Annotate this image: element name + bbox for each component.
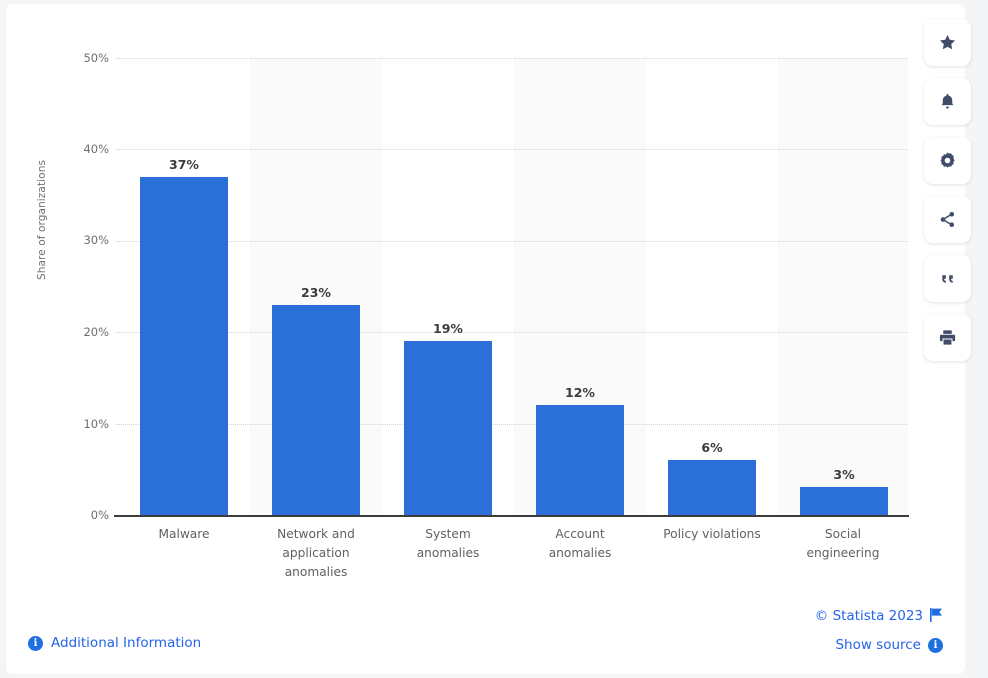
gridline [116,58,908,59]
category-band [778,58,908,515]
x-axis-label-malware: Malware [118,525,250,544]
gridline [116,241,908,242]
show-source-label: Show source [835,636,921,653]
info-icon: i [28,636,43,651]
x-label-line: application [282,545,350,560]
bar-malware[interactable] [140,177,228,515]
x-label-line: System [425,527,471,541]
additional-information-link[interactable]: i Additional Information [28,636,201,651]
notifications-button[interactable] [924,78,971,125]
x-label-line: Policy violations [663,527,761,541]
x-label-line: Social [824,527,862,541]
gear-icon [938,151,957,170]
copyright-label: © Statista 2023 [814,607,923,624]
favorite-button[interactable] [924,19,971,66]
x-label-line: Network and [277,527,355,541]
show-source-link[interactable]: Show source i [815,638,943,653]
flag-icon[interactable] [930,607,943,626]
bar-value-label: 12% [565,385,595,400]
y-tick-label: 20% [83,325,109,339]
gridline [116,332,908,333]
bar-value-label: 3% [833,467,855,482]
x-label-line: Malware [158,527,210,541]
share-button[interactable] [924,196,971,243]
x-label-line: anomalies [548,545,612,560]
quote-icon [939,270,957,288]
right-toolbar [924,19,971,361]
x-label-line: engineering [806,545,880,560]
bar-system-anomalies[interactable] [404,341,492,515]
x-axis-label-social-engineering: Social engineering [778,525,908,563]
y-tick-label: 10% [83,417,109,431]
bar-value-label: 19% [433,321,463,336]
bar-social-engineering[interactable] [800,487,888,515]
x-label-line: anomalies [416,545,480,560]
x-axis-label-account-anomalies: Account anomalies [514,525,646,563]
chart-card: Share of organizations 50% 40% 30% 20% 1… [6,4,965,674]
additional-information-label: Additional Information [51,634,202,651]
x-axis-line [114,515,909,517]
x-axis-label-network-and-application-anomalies: Network and application anomalies [250,525,382,582]
y-tick-label: 50% [83,51,109,65]
copyright-row: © Statista 2023 [815,607,943,626]
print-button[interactable] [924,314,971,361]
info-icon: i [928,638,943,653]
plot-canvas: 37% 23% 19% 12% 6% 3% [116,58,908,515]
y-tick-label: 30% [83,233,109,247]
statista-chart-page: Share of organizations 50% 40% 30% 20% 1… [0,0,988,678]
bar-network-application-anomalies[interactable] [272,305,360,515]
cite-button[interactable] [924,255,971,302]
x-axis-label-policy-violations: Policy violations [646,525,778,544]
x-label-line: Account [555,527,605,541]
bar-account-anomalies[interactable] [536,405,624,515]
bar-value-label: 37% [169,157,199,172]
bell-icon [938,92,957,111]
y-tick-label: 40% [83,142,109,156]
settings-button[interactable] [924,137,971,184]
gridline [116,424,908,425]
y-tick-label: 0% [90,508,109,522]
y-axis-tick-labels: 50% 40% 30% 20% 10% 0% [26,52,109,520]
share-icon [938,210,957,229]
footer-right: © Statista 2023 Show source i [815,607,943,665]
gridline [116,149,908,150]
chart-area: Share of organizations 50% 40% 30% 20% 1… [6,4,965,594]
star-icon [938,33,957,52]
x-axis-label-system-anomalies: System anomalies [382,525,514,563]
print-icon [938,328,957,347]
bar-value-label: 6% [701,440,723,455]
bar-value-label: 23% [301,285,331,300]
x-label-line: anomalies [284,564,348,579]
bar-policy-violations[interactable] [668,460,756,515]
